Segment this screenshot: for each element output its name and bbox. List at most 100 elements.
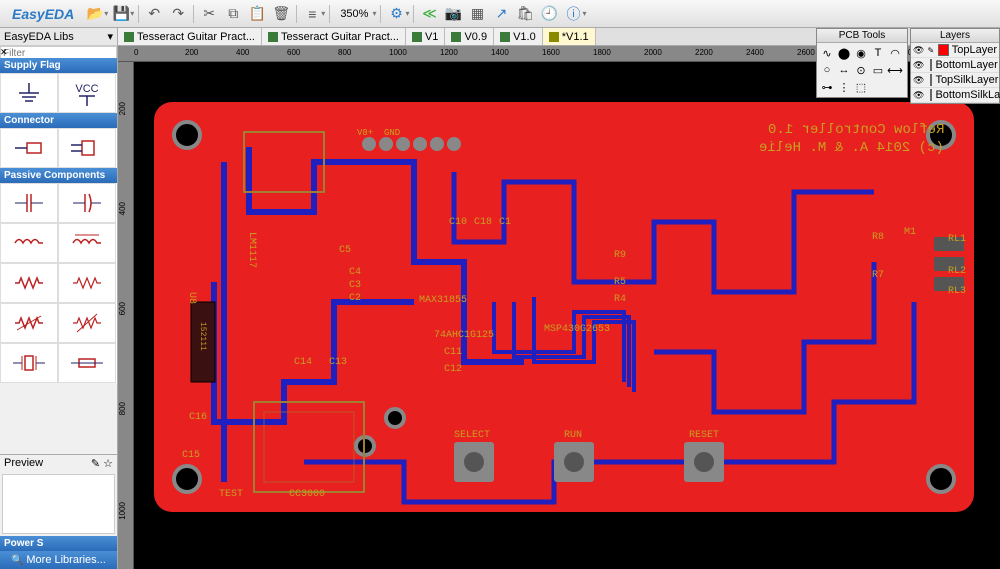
document-tab[interactable]: Tesseract Guitar Pract... [118,28,262,45]
inductor-1-symbol[interactable] [0,223,58,263]
share-icon[interactable]: ≪ [418,3,440,25]
copy-icon[interactable]: ⧉ [222,3,244,25]
crystal-symbol[interactable] [0,343,58,383]
zoom-level[interactable]: 350% [334,8,374,20]
pad-tool[interactable]: ⬤ [836,45,852,61]
export-icon[interactable]: ↗ [490,3,512,25]
align-icon[interactable]: ≡ [301,3,323,25]
track-tool[interactable]: ∿ [819,45,835,61]
ruler-tick: 1600 [542,48,560,57]
label-m1: M1 [904,227,916,238]
label-u8: U8 [186,292,197,304]
pcb-tab-icon [500,32,510,42]
preview-star-icon[interactable]: ☆ [103,458,113,470]
open-icon[interactable]: 📂 [84,3,106,25]
document-tab[interactable]: V1.0 [494,28,543,45]
bom-icon[interactable]: ▦ [466,3,488,25]
vcc-symbol[interactable]: VCC [58,73,116,113]
cut-icon[interactable]: ✂ [198,3,220,25]
inductor-2-symbol[interactable] [58,223,116,263]
array-tool[interactable]: ⋮ [836,79,852,95]
lib-collapse-icon[interactable]: ▾ [107,30,113,43]
label-c15: C15 [182,450,200,461]
dropdown-icon[interactable]: ▾ [372,9,376,18]
fuse-symbol[interactable] [58,343,116,383]
pcb-tab-icon [124,32,134,42]
lib-title: EasyEDA Libs [4,31,74,43]
arc-tool[interactable]: ◠ [887,45,903,61]
label-r7: R7 [872,270,884,281]
main-toolbar: EasyEDA 📂 ▾ 💾 ▾ ↶ ↷ ✂ ⧉ 📋 🗑 ≡ ▾ 350% ▾ ⚙… [0,0,1000,28]
tab-label: V0.9 [464,31,487,43]
move-tool[interactable]: ↔ [836,62,852,78]
section-power[interactable]: Power S [0,536,117,551]
conn-tool[interactable]: ⊶ [819,79,835,95]
vertical-ruler: 2004006008001000 [118,62,134,569]
resistor-eu-symbol[interactable] [0,263,58,303]
layer-row[interactable]: 👁TopSilkLayer [911,73,999,88]
section-supply-flag[interactable]: Supply Flag [0,58,117,73]
section-passive[interactable]: Passive Components [0,168,117,183]
group-tool[interactable]: ⬚ [853,79,869,95]
gnd-symbol[interactable] [0,73,58,113]
dropdown-icon[interactable]: ▾ [405,9,409,18]
undo-icon[interactable]: ↶ [143,3,165,25]
pcb-viewport[interactable]: Reflow Controller 1.0 (c) 2014 A. & M. H… [134,62,1000,569]
info-icon[interactable]: ⓘ [562,3,584,25]
shop-icon[interactable]: 🛍 [514,3,536,25]
document-tab[interactable]: *V1.1 [543,28,596,45]
ruler-tick: 600 [118,302,127,315]
filter-clear-icon[interactable]: ✕ [0,47,115,58]
redo-icon[interactable]: ↷ [167,3,189,25]
pcb-board[interactable]: Reflow Controller 1.0 (c) 2014 A. & M. H… [154,102,974,512]
layer-visibility-icon[interactable]: 👁 [913,60,924,71]
dropdown-icon[interactable]: ▾ [104,9,108,18]
dim-tool[interactable]: ⟷ [887,62,903,78]
paste-icon[interactable]: 📋 [246,3,268,25]
layer-row[interactable]: 👁✎TopLayer [911,43,999,58]
preview-edit-icon[interactable]: ✎ [91,458,100,470]
section-connector[interactable]: Connector [0,113,117,128]
history-icon[interactable]: 🕘 [538,3,560,25]
thermistor-symbol[interactable] [58,303,116,343]
label-reset: RESET [689,430,719,441]
layer-visibility-icon[interactable]: 👁 [913,45,924,56]
label-c3: C3 [349,280,361,291]
rect-tool[interactable]: ▭ [870,62,886,78]
connector-2-symbol[interactable] [58,128,116,168]
more-libraries-button[interactable]: 🔍 More Libraries... [0,551,117,569]
via-tool[interactable]: ◉ [853,45,869,61]
resistor-us-symbol[interactable] [58,263,116,303]
dropdown-icon[interactable]: ▾ [130,9,134,18]
layer-visibility-icon[interactable]: 👁 [913,90,924,101]
delete-icon[interactable]: 🗑 [270,3,292,25]
layer-row[interactable]: 👁BottomSilkLay [911,88,999,103]
dropdown-icon[interactable]: ▾ [321,9,325,18]
camera-icon[interactable]: 📷 [442,3,464,25]
connector-1-symbol[interactable] [0,128,58,168]
label-rl3: RL3 [948,286,966,297]
tab-label: V1.0 [513,31,536,43]
layer-row[interactable]: 👁BottomLayer [911,58,999,73]
document-tab[interactable]: V1 [406,28,445,45]
save-icon[interactable]: 💾 [110,3,132,25]
tab-label: V1 [425,31,438,43]
capacitor-symbol[interactable] [0,183,58,223]
pcb-tools-title: PCB Tools [817,29,907,43]
varistor-symbol[interactable] [0,303,58,343]
hole-tool[interactable]: ⊙ [853,62,869,78]
label-max: MAX31855 [419,295,467,306]
circle-tool[interactable]: ○ [819,62,835,78]
capacitor-pol-symbol[interactable] [58,183,116,223]
label-select: SELECT [454,430,490,441]
layer-visibility-icon[interactable]: 👁 [913,75,924,86]
label-test: TEST [219,489,243,500]
dropdown-icon[interactable]: ▾ [582,9,586,18]
label-r5: R5 [614,277,626,288]
settings-icon[interactable]: ⚙ [385,3,407,25]
document-tab[interactable]: V0.9 [445,28,494,45]
ruler-tick: 2200 [695,48,713,57]
preview-title: Preview [4,457,43,470]
document-tab[interactable]: Tesseract Guitar Pract... [262,28,406,45]
text-tool[interactable]: T [870,45,886,61]
